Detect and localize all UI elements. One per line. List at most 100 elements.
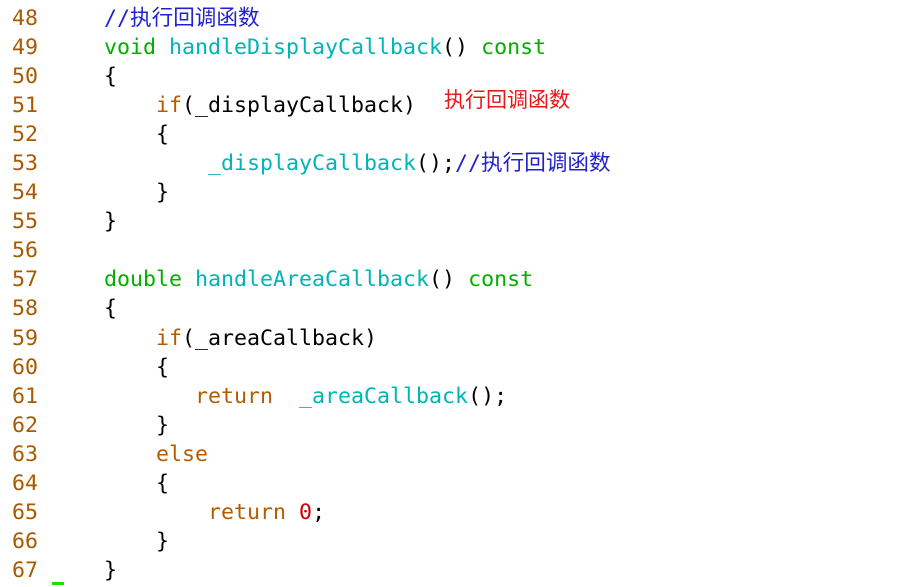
token-cm: //执行回调函数 xyxy=(104,6,260,31)
token-plain: { xyxy=(104,64,118,90)
line-number: 53 xyxy=(12,151,39,177)
code-line[interactable]: 57 double handleAreaCallback() const xyxy=(0,265,909,294)
token-type: void xyxy=(104,35,157,61)
token-plain: { xyxy=(104,354,170,380)
line-number: 65 xyxy=(12,499,39,525)
token-kw: else xyxy=(156,441,209,467)
token-plain: ; xyxy=(312,499,326,525)
code-text: { xyxy=(104,120,169,149)
code-line[interactable]: 54 } xyxy=(0,178,909,207)
token-plain: } xyxy=(104,412,170,438)
token-kw: if xyxy=(156,93,183,119)
code-line[interactable]: 52 { xyxy=(0,120,909,149)
code-line[interactable]: 61 return _areaCallback(); xyxy=(0,382,909,411)
token-type: double xyxy=(104,267,183,293)
line-number: 55 xyxy=(12,209,39,235)
code-text: { xyxy=(104,353,169,382)
token-type: const xyxy=(481,35,547,61)
code-text: double handleAreaCallback() const xyxy=(104,265,533,294)
line-number: 51 xyxy=(12,93,39,119)
line-number: 58 xyxy=(12,296,39,322)
code-line[interactable]: 49 void handleDisplayCallback() const xyxy=(0,33,909,62)
token-plain: } xyxy=(104,180,170,206)
code-line[interactable]: 60 { xyxy=(0,353,909,382)
line-number: 52 xyxy=(12,122,39,148)
token-fn: handleDisplayCallback xyxy=(169,35,443,61)
code-line[interactable]: 59 if(_areaCallback) xyxy=(0,324,909,353)
token-plain: { xyxy=(104,470,170,496)
code-text: { xyxy=(104,469,169,498)
token-plain: } xyxy=(104,528,170,554)
line-number: 50 xyxy=(12,64,39,90)
code-text: } xyxy=(104,411,169,440)
line-number: 59 xyxy=(12,325,39,351)
token-plain: } xyxy=(104,209,118,235)
line-number: 57 xyxy=(12,267,39,293)
code-line[interactable]: 56 xyxy=(0,236,909,265)
token-kw: if xyxy=(156,325,183,351)
token-plain: } xyxy=(104,557,118,583)
code-line[interactable]: 55} xyxy=(0,207,909,236)
annotation-label: 执行回调函数 xyxy=(444,88,570,112)
code-text: { xyxy=(104,294,117,323)
token-plain: () xyxy=(442,35,482,61)
token-plain: (); xyxy=(468,383,508,409)
text-cursor xyxy=(52,582,64,585)
token-cm: //执行回调函数 xyxy=(455,151,611,177)
code-line[interactable]: 53 _displayCallback();//执行回调函数 xyxy=(0,149,909,178)
code-line[interactable]: 65 return 0; xyxy=(0,498,909,527)
token-fn: handleAreaCallback xyxy=(195,267,430,293)
code-text: } xyxy=(104,556,117,585)
code-text: //执行回调函数 xyxy=(104,4,260,33)
token-num: 0 xyxy=(299,499,313,525)
line-number: 54 xyxy=(12,180,39,206)
code-text: } xyxy=(104,178,169,207)
token-kw: return xyxy=(208,499,287,525)
code-text: } xyxy=(104,527,169,556)
code-line[interactable]: 63 else xyxy=(0,440,909,469)
token-kw: return xyxy=(195,383,274,409)
code-line[interactable]: 48 //执行回调函数 xyxy=(0,4,909,33)
line-number: 49 xyxy=(12,35,39,61)
token-fn: _displayCallback xyxy=(208,151,417,177)
code-line[interactable]: 58 { xyxy=(0,294,909,323)
line-number: 67 xyxy=(12,557,39,583)
line-number: 60 xyxy=(12,354,39,380)
token-plain: (_displayCallback) xyxy=(182,93,417,119)
line-number: 64 xyxy=(12,470,39,496)
line-number: 48 xyxy=(12,6,39,31)
line-number: 61 xyxy=(12,383,39,409)
token-plain: (_areaCallback) xyxy=(182,325,378,351)
code-line[interactable]: 64 { xyxy=(0,469,909,498)
token-plain: { xyxy=(104,296,118,322)
code-line[interactable]: 62 } xyxy=(0,411,909,440)
code-text: { xyxy=(104,62,117,91)
code-text: else xyxy=(104,440,208,469)
code-text: if(_areaCallback) xyxy=(104,324,377,353)
token-type: const xyxy=(468,267,534,293)
code-text: return _areaCallback(); xyxy=(104,382,507,411)
code-text: return 0; xyxy=(104,498,325,527)
token-fn: _areaCallback xyxy=(299,383,469,409)
code-text: } xyxy=(104,207,117,236)
token-plain: () xyxy=(429,267,469,293)
code-line[interactable]: 66 } xyxy=(0,527,909,556)
line-number: 56 xyxy=(12,238,39,264)
line-number: 66 xyxy=(12,528,39,554)
code-text: if(_displayCallback) xyxy=(104,91,416,120)
line-number: 62 xyxy=(12,412,39,438)
line-number: 63 xyxy=(12,441,39,467)
code-text: _displayCallback();//执行回调函数 xyxy=(104,149,611,178)
token-plain: { xyxy=(104,122,170,148)
code-text: void handleDisplayCallback() const xyxy=(104,33,546,62)
code-line[interactable]: 67} xyxy=(0,556,909,585)
